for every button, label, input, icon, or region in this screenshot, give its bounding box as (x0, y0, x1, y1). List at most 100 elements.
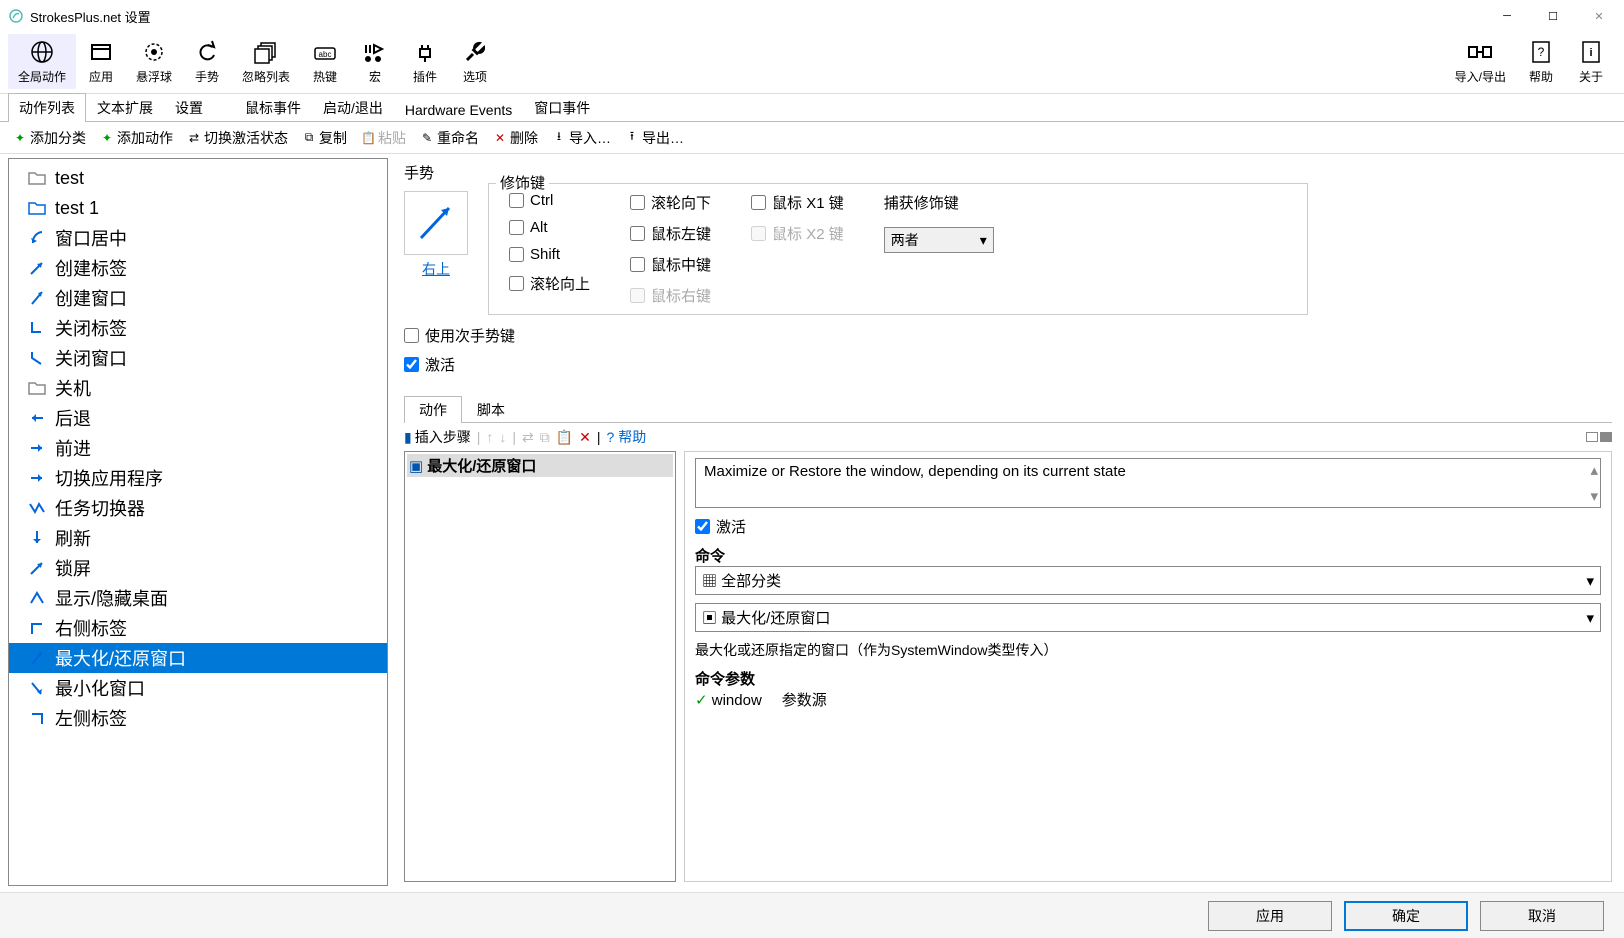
tree-item[interactable]: 显示/隐藏桌面 (9, 583, 387, 613)
ribbon-help[interactable]: ? 帮助 (1516, 34, 1566, 89)
gesture-name-link[interactable]: 右上 (422, 259, 450, 279)
arrow-left-icon (27, 408, 47, 428)
modifiers-group: Ctrl Alt Shift 滚轮向上 滚轮向下 鼠标左键 鼠标中键 鼠标右键 … (488, 183, 1308, 315)
add-category-button[interactable]: ✦添加分类 (8, 126, 91, 150)
corner-up-left-icon (27, 708, 47, 728)
capture-modifier-select[interactable]: 两者▾ (884, 227, 994, 253)
cancel-button[interactable]: 取消 (1480, 901, 1604, 931)
category-combo[interactable]: ▦ 全部分类▾ (695, 566, 1601, 595)
tab-hardware-events[interactable]: Hardware Events (394, 97, 523, 122)
tree-item[interactable]: 关闭标签 (9, 313, 387, 343)
ribbon-ignore-list[interactable]: 忽略列表 (232, 34, 300, 89)
delete-button[interactable]: ✕删除 (488, 126, 543, 150)
step-item[interactable]: ▣最大化/还原窗口 (407, 454, 673, 477)
action-tree[interactable]: testtest 1窗口居中创建标签创建窗口关闭标签关闭窗口关机后退前进切换应用… (8, 158, 388, 886)
tab-start-exit[interactable]: 启动/退出 (312, 93, 394, 122)
description-textbox[interactable]: Maximize or Restore the window, dependin… (695, 458, 1601, 508)
apply-button[interactable]: 应用 (1208, 901, 1332, 931)
ribbon-gestures[interactable]: 手势 (182, 34, 232, 89)
maximize-button[interactable]: ☐ (1530, 0, 1576, 32)
gesture-section-label: 手势 (404, 162, 434, 183)
ribbon-float-ball[interactable]: 悬浮球 (126, 34, 182, 89)
sub-tab-action[interactable]: 动作 (404, 396, 462, 423)
tree-item[interactable]: 后退 (9, 403, 387, 433)
titlebar: StrokesPlus.net 设置 ─ ☐ ✕ (0, 0, 1624, 32)
export-button[interactable]: ⭱导出… (620, 125, 689, 150)
active-checkbox[interactable]: 激活 (404, 354, 455, 375)
arrow-down-icon (27, 528, 47, 548)
tree-item[interactable]: 最小化窗口 (9, 673, 387, 703)
add-action-button[interactable]: ✦添加动作 (95, 126, 178, 150)
step-list[interactable]: ▣最大化/还原窗口 (404, 451, 676, 882)
step-help-link[interactable]: ? 帮助 (607, 427, 647, 447)
ribbon-macros[interactable]: 宏 (350, 34, 400, 89)
shift-checkbox[interactable]: Shift (509, 246, 590, 263)
toggle-active-button[interactable]: ⇄切换激活状态 (182, 126, 293, 150)
main-tabs: 动作列表 文本扩展 设置 鼠标事件 启动/退出 Hardware Events … (0, 94, 1624, 122)
gesture-preview[interactable] (404, 191, 468, 255)
insert-step-button[interactable]: ▮插入步骤 (404, 427, 471, 447)
wheel-up-checkbox[interactable]: 滚轮向上 (509, 273, 590, 294)
ctrl-checkbox[interactable]: Ctrl (509, 192, 590, 209)
delete-step-icon[interactable]: ✕ (579, 429, 591, 446)
ribbon-plugins[interactable]: 插件 (400, 34, 450, 89)
rename-button[interactable]: ✎重命名 (415, 126, 484, 150)
step-active-checkbox[interactable]: 激活 (695, 516, 1601, 537)
command-combo[interactable]: ▣ 最大化/还原窗口▾ (695, 603, 1601, 632)
param-source-label: 参数源 (782, 689, 827, 710)
tree-item[interactable]: 左侧标签 (9, 703, 387, 733)
minimize-button[interactable]: ─ (1484, 0, 1530, 32)
tree-item[interactable]: 前进 (9, 433, 387, 463)
move-down-icon: ↓ (499, 429, 506, 445)
tree-item[interactable]: 刷新 (9, 523, 387, 553)
tree-item[interactable]: 任务切换器 (9, 493, 387, 523)
ribbon-import-export[interactable]: 导入/导出 (1445, 34, 1516, 89)
tree-item[interactable]: 切换应用程序 (9, 463, 387, 493)
zigzag-icon (27, 498, 47, 518)
ribbon-apps[interactable]: 应用 (76, 34, 126, 89)
mouse-x1-checkbox[interactable]: 鼠标 X1 键 (751, 192, 844, 213)
tab-action-list[interactable]: 动作列表 (8, 93, 86, 122)
tree-item[interactable]: 关机 (9, 373, 387, 403)
tree-item[interactable]: test 1 (9, 193, 387, 223)
tree-item[interactable]: 关闭窗口 (9, 343, 387, 373)
alt-checkbox[interactable]: Alt (509, 219, 590, 236)
layout-toggle[interactable] (1586, 432, 1612, 442)
mouse-right-checkbox: 鼠标右键 (630, 285, 711, 306)
tree-item[interactable]: 锁屏 (9, 553, 387, 583)
tab-text-expand[interactable]: 文本扩展 (86, 93, 164, 122)
copy-button[interactable]: ⧉复制 (297, 126, 352, 150)
toggle-icon: ⇄ (522, 429, 534, 446)
tree-item[interactable]: test (9, 163, 387, 193)
tree-item[interactable]: 创建窗口 (9, 283, 387, 313)
ribbon-about[interactable]: i 关于 (1566, 34, 1616, 89)
ribbon-global-actions[interactable]: 全局动作 (8, 34, 76, 89)
app-icon (8, 8, 24, 24)
folder-icon (27, 168, 47, 188)
help-icon: ? (1527, 38, 1555, 66)
sub-tab-script[interactable]: 脚本 (462, 396, 520, 423)
modifiers-section-label: 修饰键 (496, 172, 549, 193)
tab-mouse-events[interactable]: 鼠标事件 (234, 93, 312, 122)
ribbon-options[interactable]: 选项 (450, 34, 500, 89)
tree-item[interactable]: 窗口居中 (9, 223, 387, 253)
close-button[interactable]: ✕ (1576, 0, 1622, 32)
tab-settings[interactable]: 设置 (164, 93, 214, 122)
use-secondary-checkbox[interactable]: 使用次手势键 (404, 325, 515, 346)
mouse-middle-checkbox[interactable]: 鼠标中键 (630, 254, 711, 275)
globe-icon (28, 38, 56, 66)
ribbon-hotkeys[interactable]: abc 热键 (300, 34, 350, 89)
mouse-left-checkbox[interactable]: 鼠标左键 (630, 223, 711, 244)
wheel-down-checkbox[interactable]: 滚轮向下 (630, 192, 711, 213)
tree-item[interactable]: 最大化/还原窗口 (9, 643, 387, 673)
command-label: 命令 (695, 548, 725, 565)
import-button[interactable]: ⭳导入… (547, 125, 616, 150)
svg-text:?: ? (1538, 45, 1545, 59)
tab-window-events[interactable]: 窗口事件 (523, 93, 601, 122)
undo-icon (193, 38, 221, 66)
ok-button[interactable]: 确定 (1344, 901, 1468, 931)
paste-button[interactable]: 📋粘贴 (356, 126, 411, 150)
step-toolbar: ▮插入步骤 | ↑ ↓ | ⇄ ⧉ 📋 ✕ | ? 帮助 (404, 423, 1612, 451)
tree-item[interactable]: 右侧标签 (9, 613, 387, 643)
tree-item[interactable]: 创建标签 (9, 253, 387, 283)
